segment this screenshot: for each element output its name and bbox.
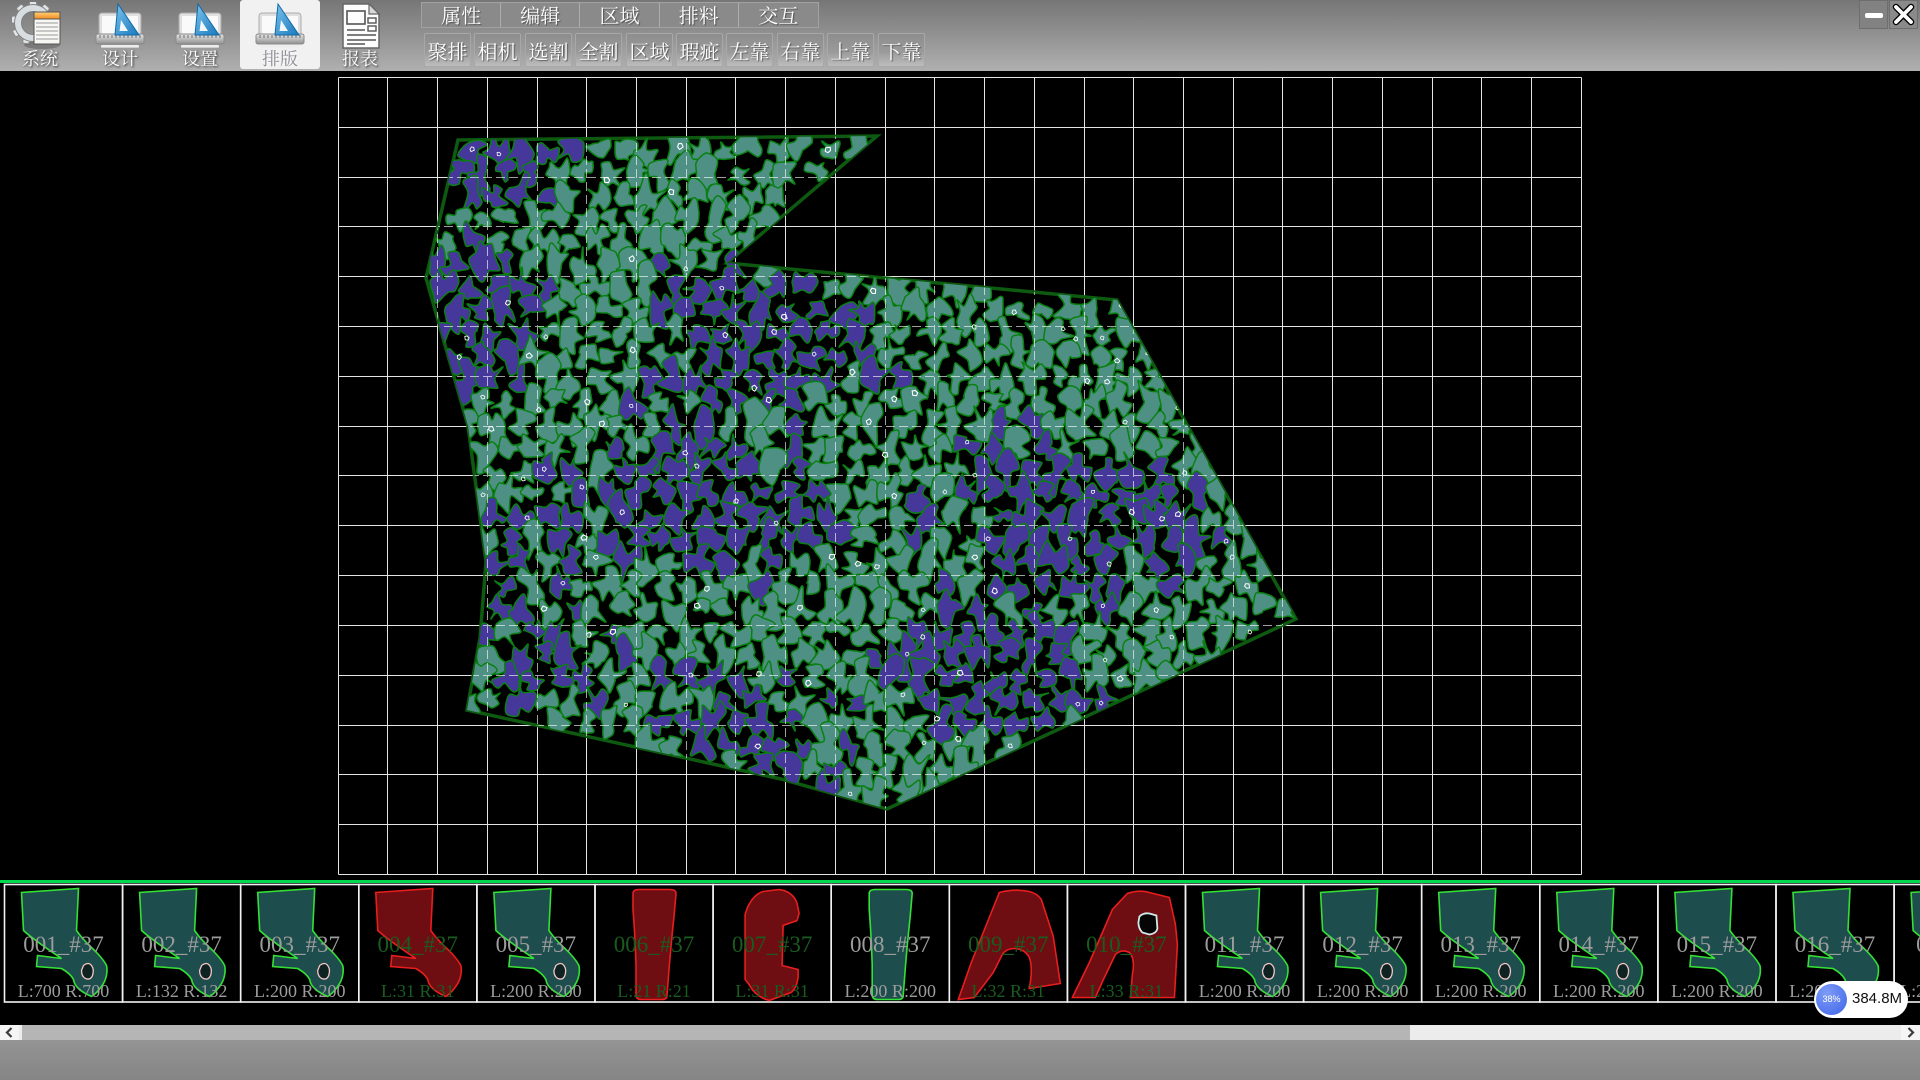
svg-text:L:200 R:200: L:200 R:200: [254, 977, 346, 1003]
svg-text:002_#37: 002_#37: [141, 926, 222, 959]
svg-text:014_#37: 014_#37: [1559, 926, 1640, 959]
svg-text:L:200 R:200: L:200 R:200: [844, 977, 936, 1003]
svg-text:L:21 R:21: L:21 R:21: [617, 977, 691, 1003]
svg-text:L:32 R:31: L:32 R:31: [972, 977, 1046, 1003]
svg-text:013_#37: 013_#37: [1440, 926, 1521, 959]
svg-text:004_#37: 004_#37: [378, 926, 459, 959]
svg-text:007_#37: 007_#37: [732, 926, 813, 959]
svg-text:008_#37: 008_#37: [850, 926, 931, 959]
svg-text:L:200 R:200: L:200 R:200: [1671, 977, 1763, 1003]
svg-text:L:200 R:200: L:200 R:200: [490, 977, 582, 1003]
svg-text:L:31 R:31: L:31 R:31: [381, 977, 455, 1003]
svg-text:L:700 R:700: L:700 R:700: [18, 977, 110, 1003]
svg-text:012_#37: 012_#37: [1322, 926, 1403, 959]
svg-text:005_#37: 005_#37: [496, 926, 577, 959]
svg-text:L:200 R:200: L:200 R:200: [1435, 977, 1527, 1003]
svg-text:011_#37: 011_#37: [1205, 926, 1285, 959]
svg-text:L:200 R:200: L:200 R:200: [1553, 977, 1645, 1003]
svg-text:016_#37: 016_#37: [1795, 926, 1876, 959]
svg-text:L:33 R:31: L:33 R:31: [1090, 977, 1164, 1003]
svg-text:001_#37: 001_#37: [23, 926, 104, 959]
svg-text:L:132 R:132: L:132 R:132: [136, 977, 228, 1003]
svg-text:L:200 R:200: L:200 R:200: [1199, 977, 1291, 1003]
svg-text:003_#37: 003_#37: [260, 926, 341, 959]
svg-text:009_#37: 009_#37: [968, 926, 1049, 959]
svg-text:L:200 R:200: L:200 R:200: [1317, 977, 1409, 1003]
svg-text:01: 01: [1916, 926, 1920, 959]
svg-text:L:31 R:31: L:31 R:31: [735, 977, 809, 1003]
svg-text:010_#37: 010_#37: [1086, 926, 1167, 959]
svg-text:015_#37: 015_#37: [1677, 926, 1758, 959]
svg-text:006_#37: 006_#37: [614, 926, 695, 959]
